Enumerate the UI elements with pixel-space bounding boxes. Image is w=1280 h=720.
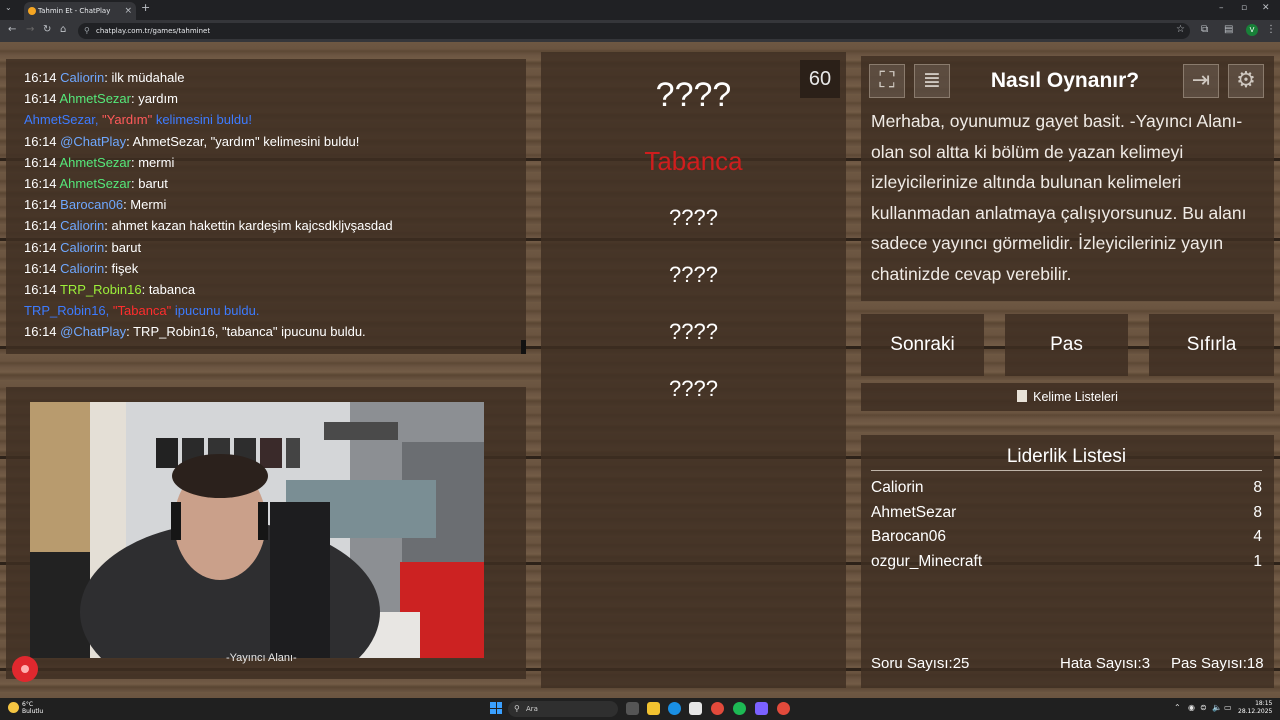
- chrome-icon[interactable]: [711, 702, 724, 715]
- reset-button[interactable]: Sıfırla: [1149, 314, 1274, 376]
- browser-tabbar: ⌄ Tahmin Et - ChatPlay × + – ▫ ✕: [0, 0, 1280, 20]
- url-text: chatplay.com.tr/games/tahminet: [96, 27, 211, 35]
- chat-message: 16:14 Caliorin: ilk müdahale: [24, 70, 185, 85]
- tray-chevron-icon[interactable]: ⌃: [1174, 703, 1181, 712]
- chat-message: 16:14 Caliorin: fişek: [24, 260, 139, 276]
- pass-button[interactable]: Pas: [1005, 314, 1128, 376]
- gear-icon[interactable]: ⚙: [1228, 64, 1264, 98]
- leaderboard-row: ozgur_Minecraft 1: [871, 553, 1262, 570]
- leaderboard-divider: [871, 470, 1262, 471]
- extensions-icon[interactable]: ⧉: [1201, 24, 1208, 35]
- chat-message: 16:14 AhmetSezar: barut: [24, 176, 168, 192]
- forward-icon[interactable]: →: [26, 24, 34, 35]
- chat-message: 16:14 @ChatPlay: TRP_Robin16, "tabanca" …: [24, 324, 366, 340]
- exit-icon[interactable]: ⇥: [1183, 64, 1219, 98]
- tab-title: Tahmin Et - ChatPlay: [38, 7, 111, 15]
- fullscreen-icon[interactable]: ⛶: [869, 64, 905, 98]
- file-explorer-icon[interactable]: [647, 702, 660, 715]
- site-info-icon[interactable]: ⚲: [84, 23, 90, 39]
- word-lists-button[interactable]: Kelime Listeleri: [861, 383, 1274, 411]
- chat-message: 16:14 TRP_Robin16: tabanca: [24, 282, 196, 298]
- leaderboard-row: AhmetSezar 8: [871, 504, 1262, 521]
- windows-start-icon[interactable]: [490, 702, 502, 714]
- tray-app-icon[interactable]: ◉: [1188, 703, 1195, 712]
- sidebar-icon[interactable]: ▤: [1224, 24, 1233, 35]
- browser-toolbar: ← → ↻ ⌂ ⚲ chatplay.com.tr/games/tahminet…: [0, 20, 1280, 42]
- discord-icon[interactable]: [755, 702, 768, 715]
- app-icon[interactable]: [777, 702, 790, 715]
- maximize-icon[interactable]: ▫: [1241, 3, 1247, 13]
- chat-resize-handle[interactable]: [521, 340, 526, 354]
- search-icon: ⚲: [514, 704, 520, 713]
- record-button[interactable]: [12, 656, 38, 682]
- notes-icon[interactable]: ≣: [914, 64, 950, 98]
- pass-count: Pas Sayısı:18: [1171, 655, 1264, 672]
- windows-taskbar: 6°C Bulutlu ⚲ Ara ⌃ ◉ ⊜ 🔈 ▭ 18:15 28.12.2…: [0, 698, 1280, 720]
- hidden-hint-word: ????: [669, 205, 718, 230]
- favicon-icon: [28, 7, 36, 15]
- profile-avatar[interactable]: V: [1246, 24, 1258, 36]
- close-window-icon[interactable]: ✕: [1262, 3, 1270, 13]
- edge-icon[interactable]: [668, 702, 681, 715]
- menu-icon[interactable]: ⋮: [1266, 24, 1276, 35]
- bookmark-star-icon[interactable]: ☆: [1176, 24, 1185, 35]
- clipboard-icon: [1017, 390, 1028, 402]
- leaderboard-row: Caliorin 8: [871, 479, 1262, 496]
- chat-message: 16:14 Barocan06: Mermi: [24, 197, 167, 213]
- tab-search-icon[interactable]: ⌄: [5, 3, 12, 12]
- how-to-play-text: Merhaba, oyunumuz gayet basit. -Yayıncı …: [871, 111, 1247, 284]
- address-bar[interactable]: ⚲ chatplay.com.tr/games/tahminet: [78, 23, 1190, 39]
- taskbar-search[interactable]: ⚲ Ara: [508, 701, 618, 717]
- leaderboard-row: Barocan06 4: [871, 528, 1262, 545]
- battery-icon[interactable]: ▭: [1224, 703, 1232, 712]
- hidden-hint-word: ????: [669, 376, 718, 401]
- system-message: AhmetSezar, "Yardım" kelimesini buldu!: [24, 112, 252, 128]
- taskbar-clock[interactable]: 18:15 28.12.2025: [1238, 700, 1272, 716]
- network-icon[interactable]: ⊜: [1200, 703, 1207, 712]
- back-icon[interactable]: ←: [8, 24, 16, 35]
- chat-message: 16:14 @ChatPlay: AhmetSezar, "yardım" ke…: [24, 133, 360, 149]
- browser-tab[interactable]: Tahmin Et - ChatPlay ×: [24, 2, 136, 20]
- error-count: Hata Sayısı:3: [1060, 655, 1151, 672]
- close-tab-icon[interactable]: ×: [124, 2, 132, 20]
- volume-icon[interactable]: 🔈: [1212, 703, 1222, 712]
- chat-message: 16:14 Caliorin: ahmet kazan hakettin kar…: [24, 218, 393, 234]
- how-to-play-title: Nasıl Oynanır?: [990, 69, 1140, 92]
- weather-widget[interactable]: 6°C Bulutlu: [8, 701, 48, 715]
- reload-icon[interactable]: ↻: [43, 24, 51, 35]
- chat-message: 16:14 AhmetSezar: mermi: [24, 154, 175, 170]
- home-icon[interactable]: ⌂: [60, 24, 66, 35]
- leaderboard-title: Liderlik Listesi: [1006, 446, 1127, 467]
- task-view-icon[interactable]: [626, 702, 639, 715]
- chat-panel: 16:14 Caliorin: ilk müdahale 16:14 Ahmet…: [6, 59, 526, 354]
- next-button[interactable]: Sonraki: [861, 314, 984, 376]
- chat-message: 16:14 Caliorin: barut: [24, 239, 142, 255]
- chat-message: 16:14 AhmetSezar: yardım: [24, 91, 178, 107]
- new-tab-button[interactable]: +: [141, 1, 150, 14]
- minimize-icon[interactable]: –: [1219, 3, 1224, 13]
- hidden-hint-word: ????: [669, 319, 718, 344]
- store-icon[interactable]: [689, 702, 702, 715]
- weather-icon: [8, 702, 19, 713]
- webcam-image: [30, 402, 484, 658]
- streamer-area-label: -Yayıncı Alanı-: [226, 652, 297, 664]
- spotify-icon[interactable]: [733, 702, 746, 715]
- webcam-feed: [30, 402, 484, 658]
- hidden-hint-word: ????: [669, 262, 718, 287]
- question-count: Soru Sayısı:25: [871, 655, 970, 672]
- found-hint-word: Tabanca: [644, 146, 743, 176]
- system-message: TRP_Robin16, "Tabanca" ipucunu buldu.: [24, 303, 260, 319]
- main-word: ????: [655, 76, 732, 114]
